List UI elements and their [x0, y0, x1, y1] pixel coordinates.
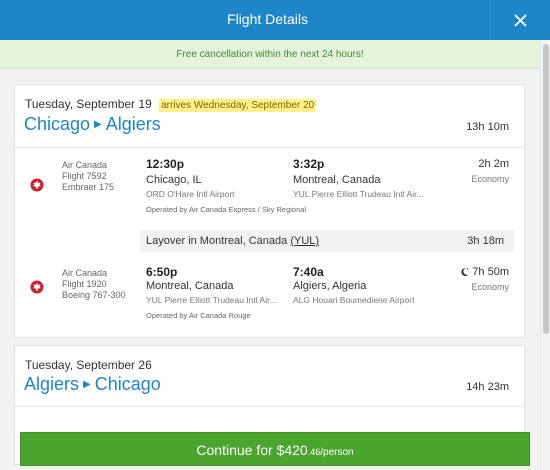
departure-time: 6:50p [146, 265, 178, 279]
segment-duration-value: 2h 2m [478, 158, 509, 170]
arrival-airport: ALG Houari Boumediene Airport [293, 295, 415, 305]
cabin-class: Economy [471, 282, 509, 292]
flight-number: Flight 1920 [62, 279, 107, 289]
continue-price: $420 [276, 442, 308, 458]
layover-info: Layover in Montreal, Canada (YUL) [146, 235, 319, 247]
layover-duration: 3h 18m [467, 235, 504, 247]
outbound-trip-card: Tuesday, September 19 arrives Wednesday,… [14, 84, 525, 338]
trip-date: Tuesday, September 19 arrives Wednesday,… [25, 97, 317, 112]
departure-city: Chicago, IL [146, 174, 202, 186]
divider [15, 406, 524, 407]
arrival-time: 3:32p [293, 157, 325, 171]
route-origin: Chicago [24, 114, 91, 134]
layover-bar: Layover in Montreal, Canada (YUL) 3h 18m [140, 230, 514, 252]
scrollbar-thumb[interactable] [543, 44, 549, 334]
trip-route: Chicago ▶ Algiers [24, 114, 161, 135]
trip-duration: 14h 23m [466, 381, 509, 393]
departure-date: Tuesday, September 26 [25, 358, 152, 372]
cabin-class: Economy [471, 174, 509, 184]
airline-name: Air Canada [62, 160, 108, 170]
layover-airport-code[interactable]: (YUL) [290, 235, 319, 247]
arrival-city: Montreal, Canada [293, 174, 381, 186]
operated-by: Operated by Air Canada Rouge [146, 311, 251, 320]
continue-price-cents: .46 [307, 447, 321, 457]
airline-name: Air Canada [62, 268, 108, 278]
cancellation-banner: Free cancellation within the next 24 hou… [0, 40, 540, 69]
aircraft-type: Boeing 767-300 [62, 290, 126, 300]
departure-airport: YUL Pierre Elliott Trudeau Intl Air... [146, 295, 277, 305]
caret-right-icon: ▶ [83, 379, 91, 390]
caret-right-icon: ▶ [94, 119, 102, 130]
departure-time: 12:30p [146, 157, 185, 171]
scrollbar[interactable] [540, 40, 550, 470]
flight-number: Flight 7592 [62, 171, 107, 181]
continue-per-person: /person [320, 447, 354, 458]
air-canada-logo-icon [30, 178, 44, 192]
aircraft-type: Embraer 175 [62, 182, 115, 192]
arrival-date-highlight: arrives Wednesday, September 20 [159, 99, 317, 112]
continue-label: Continue for [196, 442, 277, 458]
operated-by: Operated by Air Canada Express / Sky Reg… [146, 205, 307, 214]
flight-segment: Air Canada Flight 7592 Embraer 175 12:30… [15, 155, 524, 225]
trip-duration: 13h 10m [466, 121, 509, 133]
continue-button[interactable]: Continue for $420.46/person [20, 432, 530, 466]
overnight-moon-icon [461, 267, 469, 276]
air-canada-logo-icon [30, 280, 44, 294]
arrival-city: Algiers, Algeria [293, 280, 367, 292]
close-button[interactable] [490, 0, 550, 40]
trip-route: Algiers ▶ Chicago [24, 374, 161, 395]
layover-city: Layover in Montreal, Canada [146, 235, 288, 247]
departure-date: Tuesday, September 19 [25, 97, 152, 111]
departure-airport: ORD O'Hare Intl Airport [146, 189, 235, 199]
segment-duration-value: 7h 50m [472, 266, 509, 278]
modal-header: Flight Details [0, 0, 550, 40]
arrival-airport: YUL Pierre Elliott Trudeau Intl Air... [293, 189, 424, 199]
segment-duration: 7h 50m [460, 266, 509, 278]
route-destination: Algiers [105, 114, 161, 134]
route-origin: Algiers [24, 374, 80, 394]
close-icon [514, 13, 527, 27]
arrival-time: 7:40a [293, 265, 324, 279]
route-destination: Chicago [94, 374, 161, 394]
divider [15, 147, 524, 148]
flight-segment: Air Canada Flight 1920 Boeing 767-300 6:… [15, 263, 524, 333]
modal-title: Flight Details [227, 11, 308, 27]
departure-city: Montreal, Canada [146, 280, 234, 292]
segment-duration: 2h 2m [478, 158, 509, 170]
